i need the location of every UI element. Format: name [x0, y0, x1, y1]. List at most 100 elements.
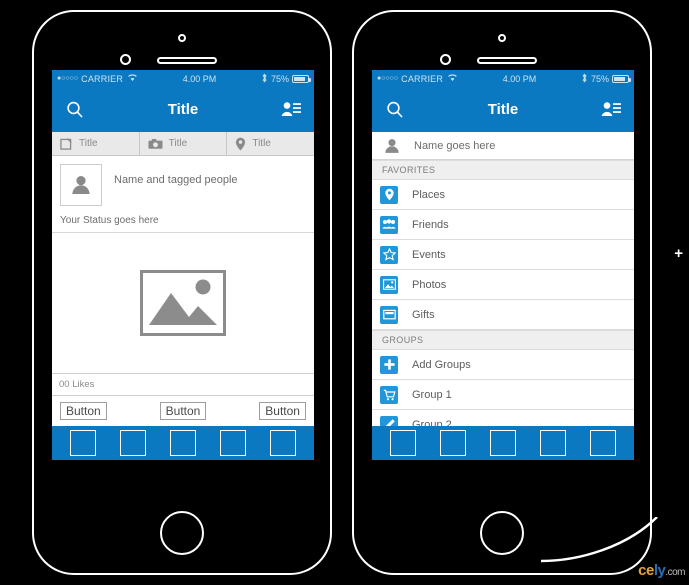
home-button[interactable] [160, 511, 204, 555]
post-action-button-2[interactable]: Button [159, 402, 207, 420]
bottom-tab-bar [372, 426, 634, 460]
navigation-bar: Title [52, 87, 314, 132]
tab-item-4[interactable] [540, 430, 566, 456]
menu-item-label: Events [412, 248, 446, 261]
location-pin-icon [380, 185, 398, 204]
menu-item-gifts[interactable]: Gifts [372, 300, 634, 330]
post-status-text: Your Status goes here [60, 215, 159, 226]
star-icon [380, 245, 398, 264]
page-title: Title [487, 101, 519, 118]
sensor-icon [440, 54, 451, 65]
menu-profile-row[interactable]: Name goes here [372, 132, 634, 160]
photo-icon [380, 275, 398, 294]
person-avatar-icon [385, 138, 399, 153]
tab-item-2[interactable] [440, 430, 466, 456]
sensor-icon [120, 54, 131, 65]
segment-tab-label: Title [79, 138, 98, 149]
cart-icon [380, 385, 398, 404]
earpiece-speaker [157, 57, 217, 64]
carrier-label: CARRIER [401, 73, 444, 84]
front-camera-icon [498, 34, 506, 42]
location-pin-icon [236, 137, 246, 150]
battery-icon [612, 74, 631, 83]
search-icon[interactable] [62, 97, 88, 123]
friends-icon [380, 215, 398, 234]
tab-item-3[interactable] [170, 430, 196, 456]
segment-tab-location[interactable]: Title [227, 132, 314, 155]
tab-item-2[interactable] [120, 430, 146, 456]
menu-item-label: Photos [412, 278, 447, 291]
menu-profile-name: Name goes here [414, 139, 496, 152]
status-right-group: 75% [581, 72, 631, 85]
image-placeholder-icon [140, 270, 226, 336]
post-photo-area [52, 233, 314, 374]
person-avatar-icon [72, 176, 90, 194]
menu-item-friends[interactable]: Friends [372, 210, 634, 240]
home-button[interactable] [480, 511, 524, 555]
gift-box-icon [380, 305, 398, 324]
wifi-icon [127, 73, 138, 84]
battery-percent-label: 75% [590, 73, 609, 84]
phone-device-right: ●○○○○ CARRIER 4.00 PM 75% Title Name goe… [352, 10, 652, 575]
front-camera-icon [178, 34, 186, 42]
status-bar: ●○○○○ CARRIER 4.00 PM 75% [52, 70, 314, 87]
battery-icon [292, 74, 311, 83]
segment-tab-label: Title [252, 138, 271, 149]
bottom-tab-bar [52, 426, 314, 460]
signal-strength-icon: ●○○○○ [57, 75, 79, 82]
menu-item-group-1[interactable]: Group 1 [372, 380, 634, 410]
watermark-swoosh [539, 517, 669, 563]
post-action-row: Button Button Button [52, 396, 314, 426]
menu-item-group-2[interactable]: Group 2 [372, 410, 634, 426]
pencil-icon [380, 415, 398, 426]
segment-tab-compose[interactable]: Title [52, 132, 140, 155]
menu-item-label: Group 1 [412, 388, 452, 401]
watermark-part-2: ly [653, 562, 666, 579]
segment-tab-camera[interactable]: Title [140, 132, 228, 155]
navigation-bar: Title [372, 87, 634, 132]
avatar [60, 164, 102, 206]
post-action-button-1[interactable]: Button [60, 402, 107, 420]
screen-left: ●○○○○ CARRIER 4.00 PM 75% Title Title Ti… [52, 70, 314, 460]
menu-item-label: Gifts [412, 308, 435, 321]
tab-item-5[interactable] [270, 430, 296, 456]
battery-percent-label: 75% [270, 73, 289, 84]
menu-item-photos[interactable]: Photos [372, 270, 634, 300]
post-action-button-3[interactable]: Button [259, 402, 306, 420]
likes-count-label: 00 Likes [52, 374, 314, 396]
search-icon[interactable] [382, 97, 408, 123]
segment-tab-row: Title Title Title [52, 132, 314, 156]
menu-item-label: Friends [412, 218, 449, 231]
status-right-group: 75% [261, 72, 311, 85]
menu-item-label: Group 2 [412, 418, 452, 427]
carrier-label: CARRIER [81, 73, 124, 84]
plus-icon [380, 355, 398, 374]
side-menu-list: Name goes here FAVORITES Places Friends [372, 132, 634, 426]
plus-mark: + [674, 245, 683, 262]
tab-item-5[interactable] [590, 430, 616, 456]
menu-section-header-favorites: FAVORITES [372, 160, 634, 180]
wifi-icon [447, 73, 458, 84]
wireframe-canvas: ●○○○○ CARRIER 4.00 PM 75% Title Title Ti… [0, 0, 689, 585]
phone-device-left: ●○○○○ CARRIER 4.00 PM 75% Title Title Ti… [32, 10, 332, 575]
post-author-label: Name and tagged people [114, 174, 238, 186]
earpiece-speaker [477, 57, 537, 64]
watermark-part-1: ce [638, 562, 654, 579]
tab-item-3[interactable] [490, 430, 516, 456]
tab-item-4[interactable] [220, 430, 246, 456]
page-title: Title [167, 101, 199, 118]
contact-list-icon[interactable] [278, 97, 304, 123]
signal-strength-icon: ●○○○○ [377, 75, 399, 82]
post-card: Name and tagged people Your Status goes … [52, 156, 314, 233]
menu-section-header-groups: GROUPS [372, 330, 634, 350]
menu-item-add-groups[interactable]: Add Groups [372, 350, 634, 380]
bluetooth-icon [261, 72, 268, 85]
contact-list-icon[interactable] [598, 97, 624, 123]
post-header: Name and tagged people [60, 164, 306, 206]
menu-item-label: Add Groups [412, 358, 471, 371]
menu-item-events[interactable]: Events [372, 240, 634, 270]
tab-item-1[interactable] [390, 430, 416, 456]
clock-label: 4.00 PM [502, 73, 537, 84]
tab-item-1[interactable] [70, 430, 96, 456]
menu-item-places[interactable]: Places [372, 180, 634, 210]
